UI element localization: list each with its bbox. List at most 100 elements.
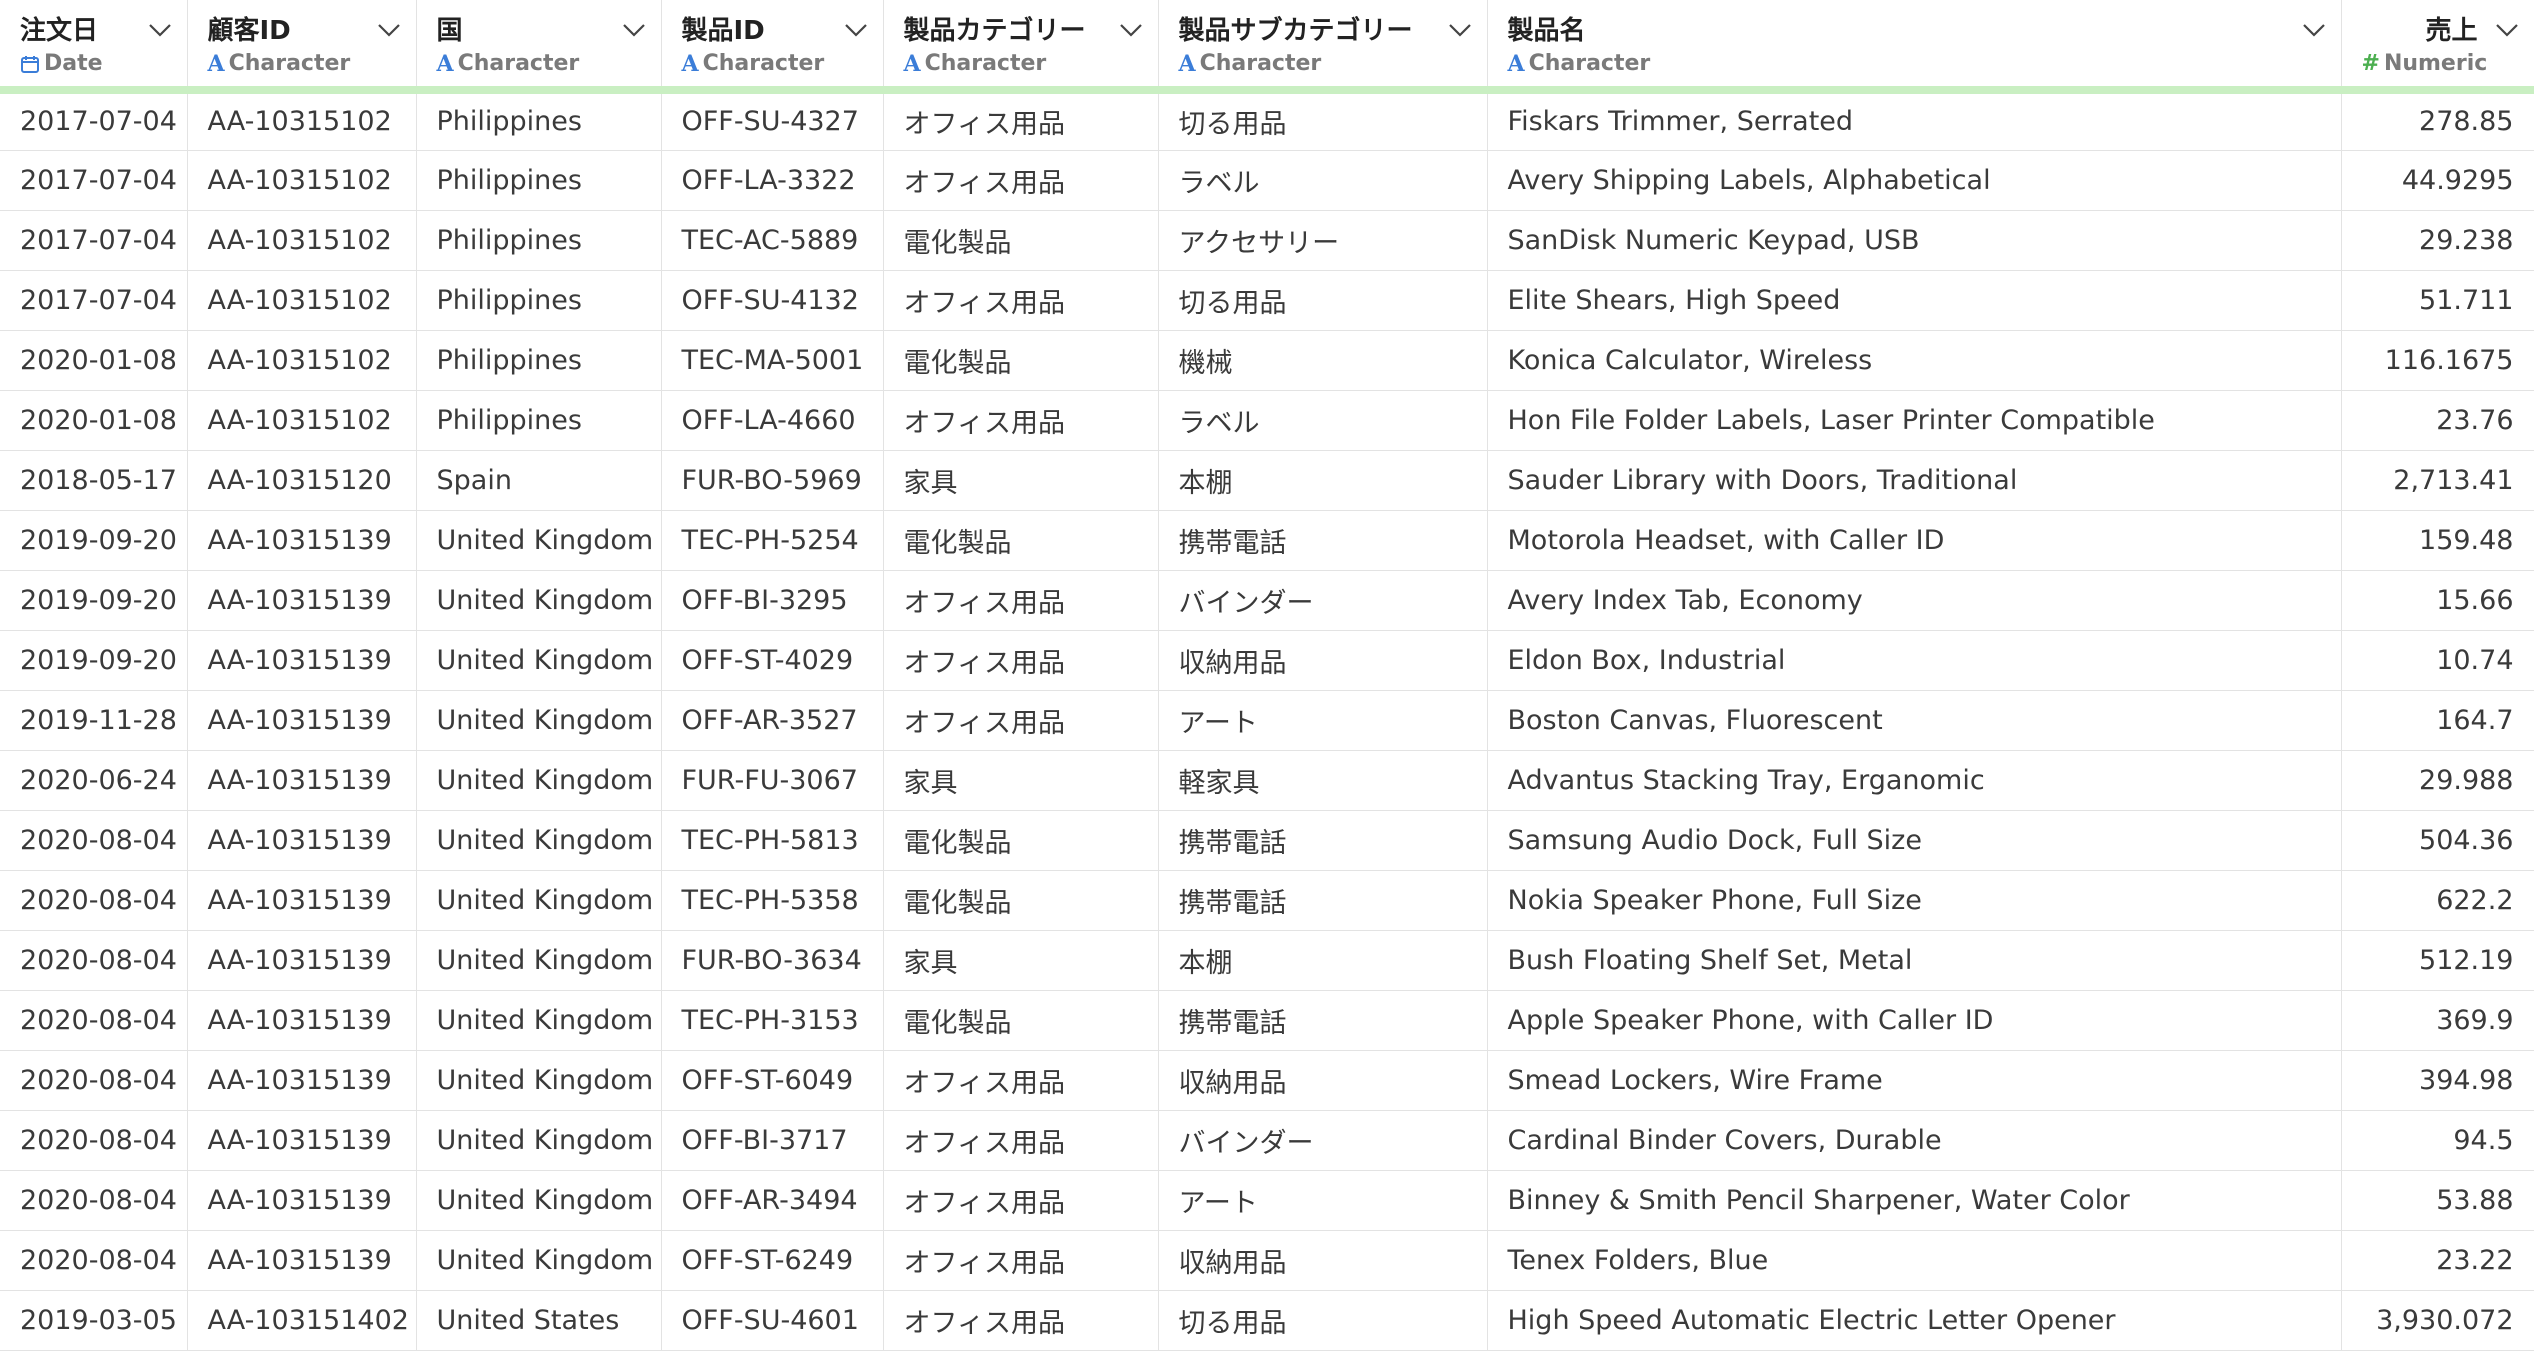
table-cell[interactable]: 2020-08-04 <box>0 870 188 931</box>
table-cell[interactable]: 2,713.41 <box>2341 450 2534 511</box>
table-cell[interactable]: 10.74 <box>2341 630 2534 691</box>
table-cell[interactable]: 164.7 <box>2341 690 2534 751</box>
table-cell[interactable]: AA-10315102 <box>187 390 417 451</box>
table-row[interactable]: 2020-01-08 AA-10315102 Philippines OFF-LA-4… <box>0 390 2534 451</box>
table-cell[interactable]: Cardinal Binder Covers, Durable <box>1487 1110 2342 1171</box>
column-header[interactable]: 製品カテゴリー A Character <box>883 0 1159 94</box>
table-cell[interactable]: 2020-08-04 <box>0 1230 188 1291</box>
table-cell[interactable]: オフィス用品 <box>883 1050 1159 1111</box>
table-cell[interactable]: アート <box>1158 1170 1488 1231</box>
table-cell[interactable]: United Kingdom <box>416 1170 662 1231</box>
table-cell[interactable]: Bush Floating Shelf Set, Metal <box>1487 930 2342 991</box>
table-cell[interactable]: United Kingdom <box>416 690 662 751</box>
table-cell[interactable]: 収納用品 <box>1158 630 1488 691</box>
table-cell[interactable]: オフィス用品 <box>883 1170 1159 1231</box>
table-cell[interactable]: AA-10315139 <box>187 810 417 871</box>
table-cell[interactable]: 2017-07-04 <box>0 150 188 211</box>
table-cell[interactable]: AA-10315139 <box>187 630 417 691</box>
table-cell[interactable]: OFF-SU-4601 <box>661 1290 884 1351</box>
table-cell[interactable]: United Kingdom <box>416 810 662 871</box>
table-cell[interactable]: 切る用品 <box>1158 90 1488 151</box>
table-cell[interactable]: OFF-SU-4327 <box>661 90 884 151</box>
table-cell[interactable]: United Kingdom <box>416 1050 662 1111</box>
table-cell[interactable]: オフィス用品 <box>883 270 1159 331</box>
table-cell[interactable]: AA-10315139 <box>187 510 417 571</box>
table-cell[interactable]: Avery Index Tab, Economy <box>1487 570 2342 631</box>
table-cell[interactable]: 29.988 <box>2341 750 2534 811</box>
table-cell[interactable]: 622.2 <box>2341 870 2534 931</box>
table-cell[interactable]: AA-10315102 <box>187 330 417 391</box>
table-cell[interactable]: United Kingdom <box>416 1230 662 1291</box>
table-cell[interactable]: 家具 <box>883 750 1159 811</box>
table-cell[interactable]: 2019-09-20 <box>0 630 188 691</box>
table-cell[interactable]: Tenex Folders, Blue <box>1487 1230 2342 1291</box>
table-cell[interactable]: 2019-03-05 <box>0 1290 188 1351</box>
table-cell[interactable]: OFF-ST-6049 <box>661 1050 884 1111</box>
table-cell[interactable]: OFF-AR-3494 <box>661 1170 884 1231</box>
table-cell[interactable]: 2019-09-20 <box>0 570 188 631</box>
chevron-down-icon[interactable] <box>621 20 647 40</box>
table-cell[interactable]: 切る用品 <box>1158 1290 1488 1351</box>
table-cell[interactable]: United Kingdom <box>416 510 662 571</box>
table-row[interactable]: 2020-08-04 AA-10315139 United Kingdom TEC-P… <box>0 990 2534 1051</box>
table-cell[interactable]: オフィス用品 <box>883 150 1159 211</box>
table-cell[interactable]: 機械 <box>1158 330 1488 391</box>
table-cell[interactable]: Motorola Headset, with Caller ID <box>1487 510 2342 571</box>
table-cell[interactable]: Boston Canvas, Fluorescent <box>1487 690 2342 751</box>
column-header[interactable]: 国 A Character <box>416 0 662 94</box>
table-cell[interactable]: 2019-09-20 <box>0 510 188 571</box>
table-cell[interactable]: 2017-07-04 <box>0 90 188 151</box>
table-cell[interactable]: 電化製品 <box>883 870 1159 931</box>
table-row[interactable]: 2020-06-24 AA-10315139 United Kingdom FUR-F… <box>0 750 2534 811</box>
table-row[interactable]: 2020-08-04 AA-10315139 United Kingdom FUR-B… <box>0 930 2534 991</box>
table-cell[interactable]: Sauder Library with Doors, Traditional <box>1487 450 2342 511</box>
table-cell[interactable]: United States <box>416 1290 662 1351</box>
table-cell[interactable]: 携帯電話 <box>1158 510 1488 571</box>
table-cell[interactable]: 23.76 <box>2341 390 2534 451</box>
table-cell[interactable]: Philippines <box>416 150 662 211</box>
table-row[interactable]: 2019-03-05 AA-103151402 United States OFF-S… <box>0 1290 2534 1351</box>
table-cell[interactable]: AA-10315139 <box>187 1050 417 1111</box>
table-cell[interactable]: AA-10315139 <box>187 930 417 991</box>
column-header[interactable]: 売上 # Numeric <box>2341 0 2534 94</box>
table-cell[interactable]: 2020-08-04 <box>0 930 188 991</box>
table-cell[interactable]: 2017-07-04 <box>0 270 188 331</box>
table-cell[interactable]: Eldon Box, Industrial <box>1487 630 2342 691</box>
column-header[interactable]: 製品サブカテゴリー A Character <box>1158 0 1488 94</box>
table-cell[interactable]: Apple Speaker Phone, with Caller ID <box>1487 990 2342 1051</box>
chevron-down-icon[interactable] <box>1118 20 1144 40</box>
table-cell[interactable]: ラベル <box>1158 150 1488 211</box>
table-cell[interactable]: 44.9295 <box>2341 150 2534 211</box>
table-cell[interactable]: Philippines <box>416 270 662 331</box>
table-cell[interactable]: 29.238 <box>2341 210 2534 271</box>
chevron-down-icon[interactable] <box>2301 20 2327 40</box>
table-cell[interactable]: AA-10315120 <box>187 450 417 511</box>
table-cell[interactable]: OFF-BI-3295 <box>661 570 884 631</box>
table-cell[interactable]: 2020-01-08 <box>0 330 188 391</box>
table-cell[interactable]: 2020-08-04 <box>0 990 188 1051</box>
table-cell[interactable]: AA-10315102 <box>187 210 417 271</box>
table-cell[interactable]: オフィス用品 <box>883 570 1159 631</box>
table-cell[interactable]: AA-10315139 <box>187 1110 417 1171</box>
table-cell[interactable]: TEC-PH-5254 <box>661 510 884 571</box>
table-cell[interactable]: FUR-BO-3634 <box>661 930 884 991</box>
table-cell[interactable]: OFF-ST-4029 <box>661 630 884 691</box>
table-cell[interactable]: United Kingdom <box>416 990 662 1051</box>
table-cell[interactable]: 94.5 <box>2341 1110 2534 1171</box>
table-cell[interactable]: オフィス用品 <box>883 1290 1159 1351</box>
table-cell[interactable]: AA-10315139 <box>187 870 417 931</box>
table-cell[interactable]: 電化製品 <box>883 330 1159 391</box>
table-cell[interactable]: 51.711 <box>2341 270 2534 331</box>
table-cell[interactable]: オフィス用品 <box>883 690 1159 751</box>
table-cell[interactable]: SanDisk Numeric Keypad, USB <box>1487 210 2342 271</box>
table-cell[interactable]: Nokia Speaker Phone, Full Size <box>1487 870 2342 931</box>
table-cell[interactable]: 3,930.072 <box>2341 1290 2534 1351</box>
table-cell[interactable]: 軽家具 <box>1158 750 1488 811</box>
table-cell[interactable]: 23.22 <box>2341 1230 2534 1291</box>
chevron-down-icon[interactable] <box>376 20 402 40</box>
table-cell[interactable]: United Kingdom <box>416 750 662 811</box>
table-cell[interactable]: AA-10315139 <box>187 570 417 631</box>
chevron-down-icon[interactable] <box>843 20 869 40</box>
table-cell[interactable]: AA-10315139 <box>187 690 417 751</box>
table-cell[interactable]: 2018-05-17 <box>0 450 188 511</box>
